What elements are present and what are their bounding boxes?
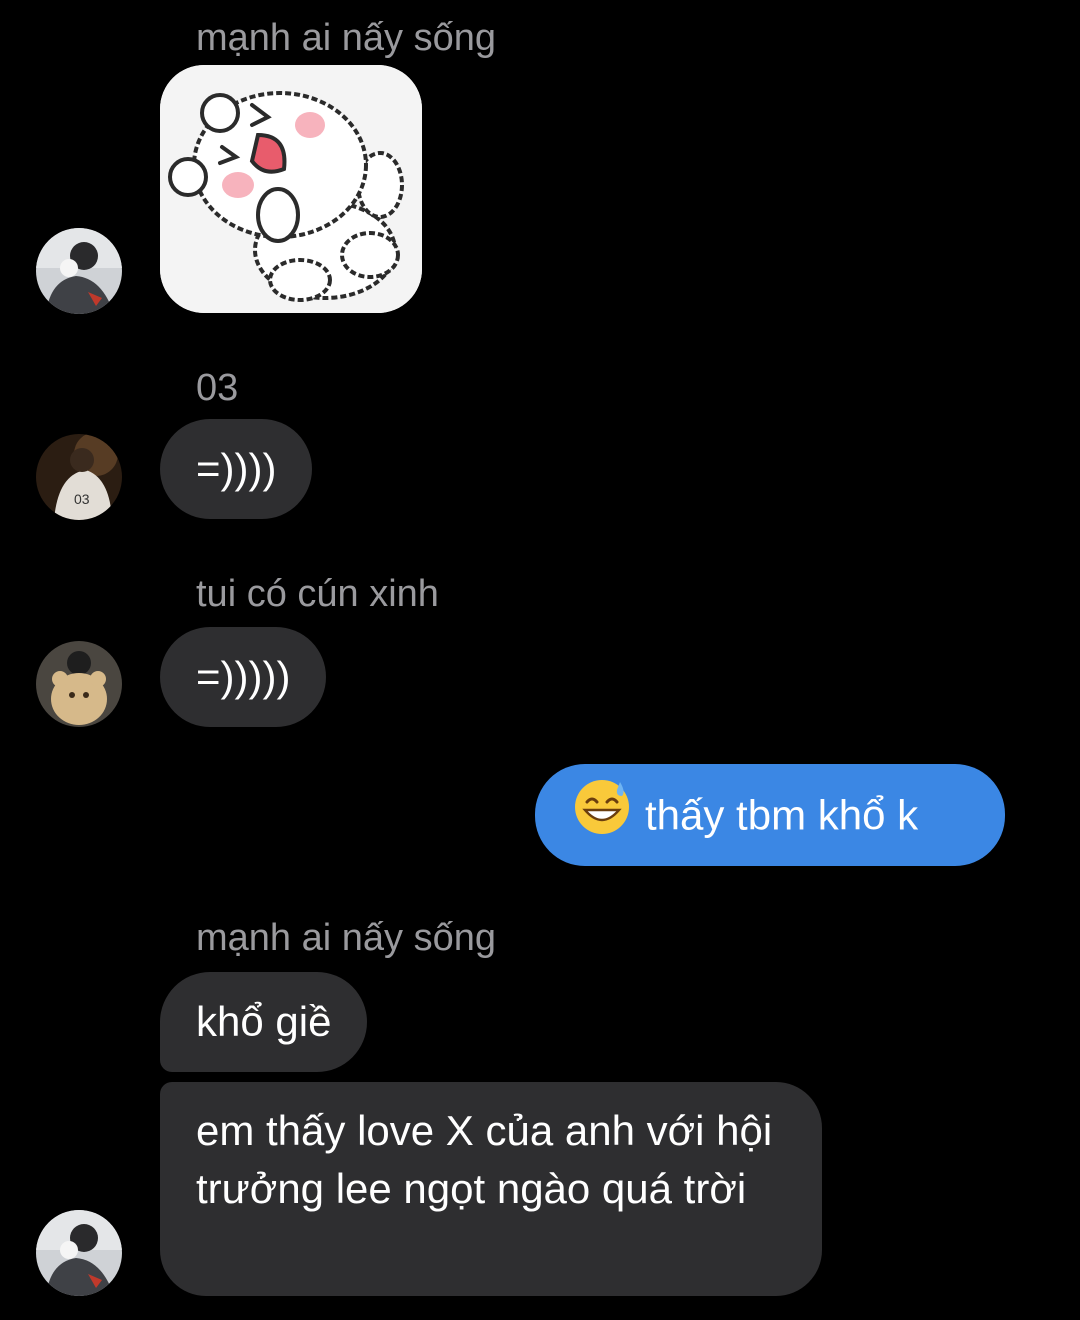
avatar-photo	[36, 1210, 122, 1296]
avatar-photo	[36, 228, 122, 314]
avatar[interactable]	[36, 228, 122, 314]
laughing-bear-sticker-icon	[160, 65, 422, 313]
sender-name: mạnh ai nấy sống	[196, 917, 496, 959]
message-text: =)))))	[196, 653, 291, 700]
avatar[interactable]	[36, 641, 122, 727]
message-bubble[interactable]: em thấy love X của anh với hội trưởng le…	[160, 1082, 822, 1296]
message-bubble[interactable]: =)))))	[160, 627, 327, 727]
message-text: thấy tbm khổ k	[645, 791, 919, 839]
avatar-photo: 03	[36, 434, 122, 520]
outgoing-message-bubble[interactable]: thấy tbm khổ k	[535, 764, 1005, 866]
message-bubble[interactable]: =))))	[160, 419, 313, 519]
avatar[interactable]	[36, 1210, 122, 1296]
avatar[interactable]: 03	[36, 434, 122, 520]
message-bubble[interactable]: khổ giề	[160, 972, 368, 1072]
message-text: =))))	[196, 445, 277, 492]
avatar-photo	[36, 641, 122, 727]
message-text: em thấy love X của anh với hội trưởng le…	[196, 1107, 773, 1212]
sticker-message[interactable]: laughing-bear-sticker	[160, 65, 422, 313]
sender-name: tui có cún xinh	[196, 573, 439, 615]
sender-name: mạnh ai nấy sống	[196, 17, 496, 59]
sender-name: 03	[196, 367, 239, 409]
message-text: khổ giề	[196, 998, 332, 1045]
grinning-face-with-sweat-icon	[573, 778, 631, 851]
svg-text:03: 03	[74, 491, 90, 507]
